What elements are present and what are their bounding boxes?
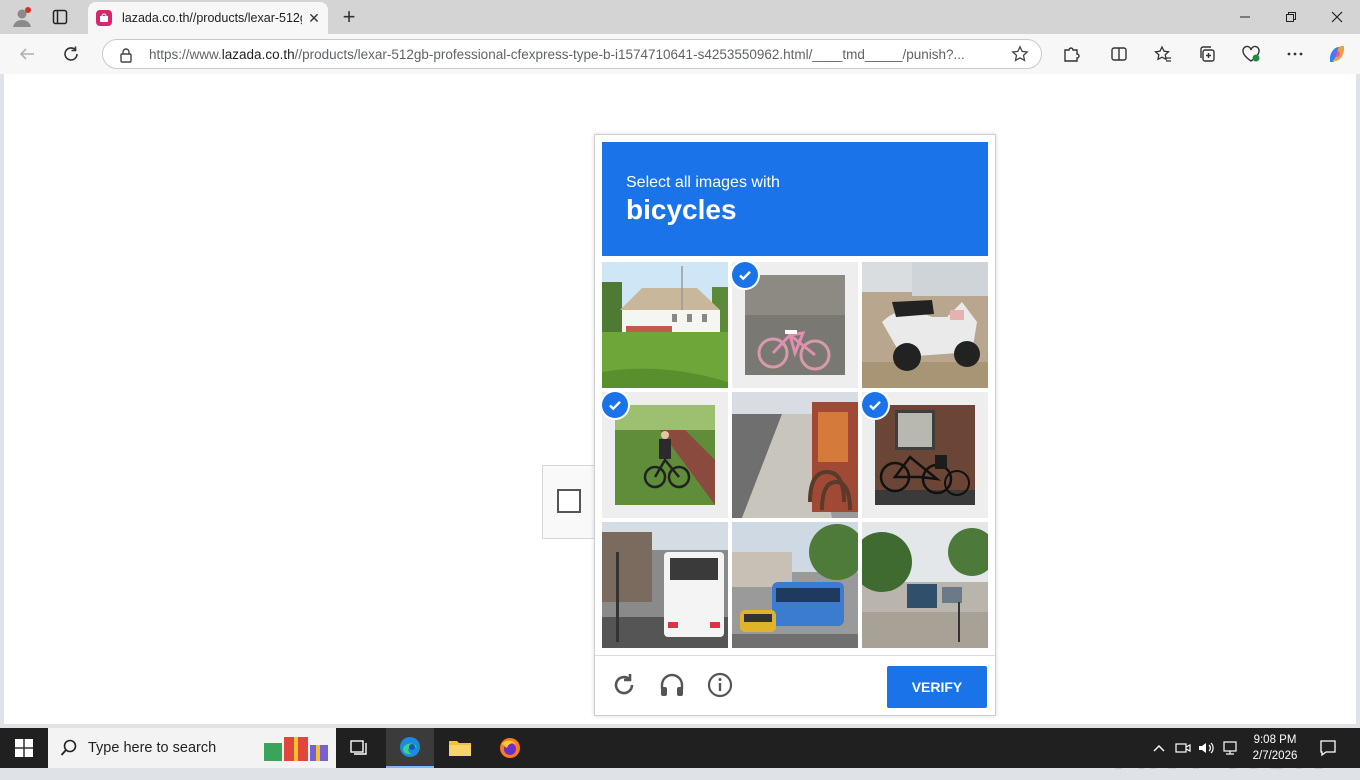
url-prefix: https://www.: [149, 47, 222, 62]
captcha-tile-1[interactable]: [602, 262, 728, 388]
notifications-icon[interactable]: [1316, 728, 1340, 768]
collections-icon[interactable]: [1192, 40, 1222, 68]
clock-time: 9:08 PM: [1253, 734, 1297, 746]
captcha-tile-6[interactable]: [862, 392, 988, 518]
captcha-tile-3[interactable]: [862, 262, 988, 388]
close-window-button[interactable]: [1314, 0, 1360, 34]
house-lawn-image: [602, 262, 728, 388]
captcha-header: Select all images with bicycles: [602, 142, 988, 256]
gift-boxes-icon: [262, 733, 332, 768]
audio-headphones-icon[interactable]: [657, 670, 687, 700]
edge-taskbar-icon[interactable]: [386, 728, 434, 768]
profile-icon[interactable]: [8, 4, 36, 30]
tray-chevron-up-icon[interactable]: [1150, 728, 1168, 768]
favorite-star-icon[interactable]: [1011, 45, 1029, 68]
firefox-icon[interactable]: [486, 728, 534, 768]
selected-check-icon: [862, 392, 888, 418]
cyclist-path-image: [615, 405, 715, 505]
captcha-footer: VERIFY: [595, 655, 995, 716]
bicycles-wall-image: [875, 405, 975, 505]
address-bar[interactable]: https://www.lazada.co.th//products/lexar…: [102, 39, 1042, 69]
favorites-icon[interactable]: [1148, 40, 1178, 68]
restore-button[interactable]: [1268, 0, 1314, 34]
captcha-tile-8[interactable]: [732, 522, 858, 648]
volume-icon[interactable]: [1196, 728, 1216, 768]
minimize-button[interactable]: [1222, 0, 1268, 34]
new-tab-button[interactable]: +: [336, 4, 362, 30]
street-trees-image: [862, 522, 988, 648]
lock-icon[interactable]: [119, 47, 133, 68]
captcha-prompt: Select all images with: [626, 174, 780, 191]
search-icon: [60, 739, 78, 762]
scooter-image: [862, 262, 988, 388]
start-windows-icon[interactable]: [0, 728, 48, 768]
meet-now-icon[interactable]: [1174, 728, 1192, 768]
url-text[interactable]: https://www.lazada.co.th//products/lexar…: [149, 47, 999, 62]
lazada-favicon-icon: [96, 10, 112, 26]
selected-check-icon: [602, 392, 628, 418]
copilot-icon[interactable]: [1322, 40, 1352, 68]
selected-check-icon: [732, 262, 758, 288]
blue-bus-taxi-image: [732, 522, 858, 648]
tab-strip: lazada.co.th//products/lexar-512gb-profe…: [0, 0, 1360, 34]
verify-button[interactable]: VERIFY: [887, 666, 987, 708]
extensions-icon[interactable]: [1056, 40, 1086, 68]
url-domain: lazada.co.th: [221, 47, 295, 62]
url-path: //products/lexar-512gb-professional-cfex…: [294, 47, 965, 62]
search-placeholder: Type here to search: [88, 740, 217, 756]
captcha-target: bicycles: [626, 194, 737, 225]
sidewalk-bike-rack-image: [732, 392, 858, 518]
refresh-button[interactable]: [56, 40, 86, 68]
file-explorer-icon[interactable]: [436, 728, 484, 768]
clock-date: 2/7/2026: [1252, 750, 1298, 762]
reload-icon[interactable]: [609, 670, 639, 700]
captcha-tile-5[interactable]: [732, 392, 858, 518]
page-content: Select all images with bicycles VERIFY: [4, 74, 1356, 779]
task-view-icon[interactable]: [336, 728, 384, 768]
info-icon[interactable]: [705, 670, 735, 700]
tab-close-icon[interactable]: ✕: [306, 10, 322, 27]
captcha-tile-7[interactable]: [602, 522, 728, 648]
taskbar-search-box[interactable]: Type here to search: [48, 728, 336, 768]
captcha-tile-4[interactable]: [602, 392, 728, 518]
captcha-tile-2[interactable]: [732, 262, 858, 388]
browser-essentials-icon[interactable]: [1236, 40, 1266, 68]
captcha-challenge: Select all images with bicycles VERIFY: [594, 134, 996, 716]
navigation-bar: https://www.lazada.co.th//products/lexar…: [0, 34, 1360, 74]
split-screen-icon[interactable]: [1104, 40, 1134, 68]
network-icon[interactable]: [1220, 728, 1240, 768]
captcha-anchor: [542, 465, 598, 539]
captcha-checkbox[interactable]: [557, 489, 581, 513]
tab-actions-icon[interactable]: [46, 4, 74, 30]
active-tab[interactable]: lazada.co.th//products/lexar-512gb-profe…: [88, 2, 328, 34]
taskbar: Type here to search 9:08 PM 2/7/2026: [0, 728, 1360, 768]
white-bus-image: [602, 522, 728, 648]
tab-title: lazada.co.th//products/lexar-512gb-profe…: [122, 11, 302, 25]
back-button[interactable]: [12, 40, 42, 68]
system-clock[interactable]: 9:08 PM 2/7/2026: [1244, 732, 1306, 764]
more-menu-icon[interactable]: [1280, 40, 1310, 68]
pink-bicycle-image: [745, 275, 845, 375]
captcha-tile-9[interactable]: [862, 522, 988, 648]
